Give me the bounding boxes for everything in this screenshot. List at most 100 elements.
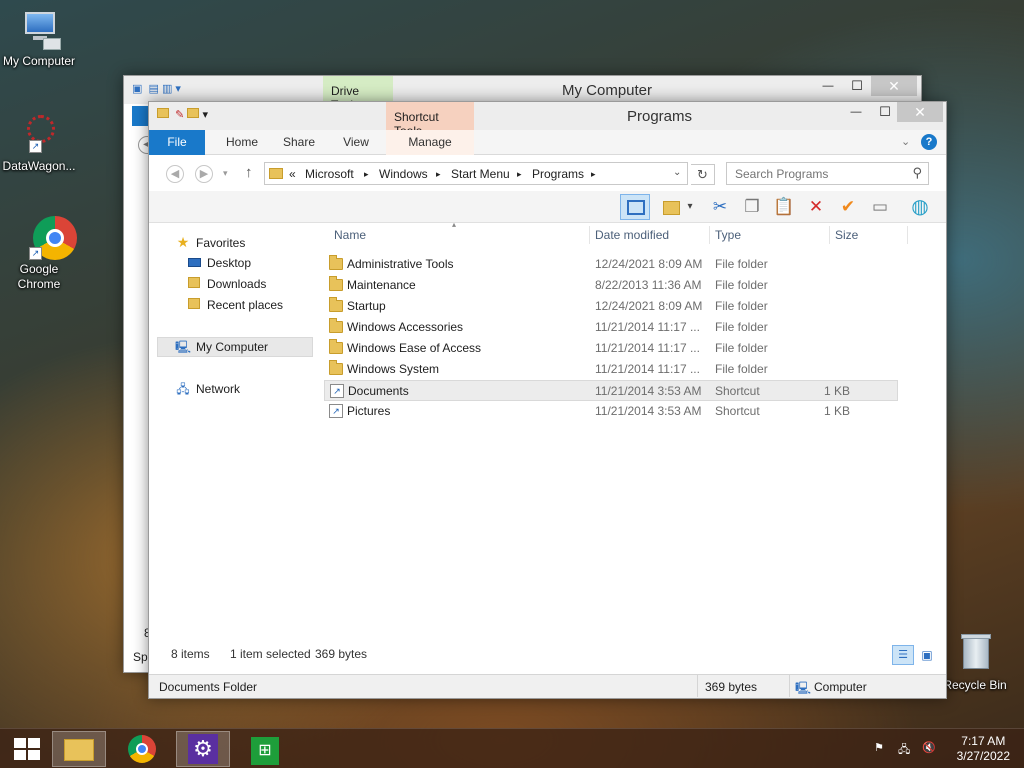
nav-recent-places[interactable]: Recent places — [186, 297, 283, 314]
close-button[interactable]: ✕ — [897, 102, 943, 122]
breadcrumb-programs[interactable]: Programs — [532, 167, 584, 181]
check-icon[interactable]: ✔ — [834, 194, 862, 220]
clock-time: 7:17 AM — [961, 734, 1006, 748]
minimize-button[interactable]: — — [841, 102, 871, 122]
search-box[interactable]: ⚲ — [726, 162, 929, 185]
back-maximize-button[interactable]: ☐ — [842, 76, 872, 96]
back-close-button[interactable]: ✕ — [871, 76, 917, 96]
window-titlebar[interactable]: ✎ ▾ Shortcut Tools Programs — ☐ ✕ — [149, 102, 946, 138]
details-location: Computer — [814, 680, 867, 694]
column-header-size[interactable]: Size — [835, 228, 858, 242]
maximize-button[interactable]: ☐ — [870, 102, 900, 122]
file-name: Startup — [347, 299, 386, 313]
file-row-startup[interactable]: Startup 12/24/2021 8:09 AM File folder — [324, 296, 898, 317]
tab-file[interactable]: File — [149, 130, 205, 155]
back-minimize-button[interactable]: — — [813, 76, 843, 96]
refresh-button[interactable]: ↻ — [691, 164, 715, 185]
action-center-flag-icon[interactable]: ⚑ — [874, 741, 884, 754]
folder-icon — [329, 360, 343, 375]
file-date: 8/22/2013 11:36 AM — [595, 278, 702, 292]
nav-desktop[interactable]: Desktop — [186, 255, 251, 272]
shortcut-tools-tab[interactable]: Shortcut Tools — [386, 102, 474, 138]
nav-downloads[interactable]: Downloads — [186, 276, 266, 293]
column-header-date[interactable]: Date modified — [595, 228, 669, 242]
file-name: Documents — [348, 384, 409, 398]
ribbon-tabs: File Home Share View Manage ⌄ ? — [149, 130, 946, 155]
nav-label: My Computer — [196, 340, 269, 354]
breadcrumb-start-menu[interactable]: Start Menu — [451, 167, 510, 181]
up-button[interactable]: ↑ — [245, 164, 253, 181]
new-folder-icon[interactable] — [187, 108, 200, 118]
breadcrumb-windows[interactable]: Windows — [379, 167, 428, 181]
desktop-icon-datawagon[interactable]: ↗ DataWagon... — [0, 113, 78, 174]
nav-network[interactable]: 🖧 Network — [175, 381, 240, 398]
file-row-pictures[interactable]: ↗ Pictures 11/21/2014 3:53 AM Shortcut 1… — [324, 401, 898, 422]
customize-qat-icon[interactable]: ▾ — [202, 109, 208, 121]
help-icon[interactable]: ? — [921, 134, 937, 150]
desktop-icon-my-computer[interactable]: My Computer — [0, 8, 78, 69]
details-divider — [789, 675, 790, 697]
address-bar[interactable]: « Microsoft ▸ Windows ▸ Start Menu ▸ Pro… — [264, 162, 688, 185]
taskbar-chrome[interactable] — [115, 731, 169, 767]
breadcrumb-microsoft[interactable]: Microsoft — [305, 167, 354, 181]
start-button[interactable] — [0, 731, 54, 767]
forward-button[interactable]: ▶ — [195, 165, 213, 183]
recent-places-icon — [186, 297, 202, 314]
file-name: Maintenance — [347, 278, 416, 292]
nav-favorites[interactable]: ★ Favorites — [175, 234, 246, 252]
desktop-icon-label: DataWagon... — [2, 159, 76, 173]
nav-label: Desktop — [207, 256, 252, 270]
search-input[interactable] — [735, 164, 905, 183]
tab-manage[interactable]: Manage — [386, 130, 474, 155]
dropdown-chevron-icon[interactable]: ▾ — [683, 194, 697, 220]
column-header-name[interactable]: Name — [334, 228, 366, 242]
recent-locations-icon[interactable]: ▾ — [223, 168, 228, 179]
copy-icon[interactable]: ❐ — [738, 194, 766, 220]
back-button[interactable]: ◀ — [166, 165, 184, 183]
volume-muted-icon[interactable]: 🔇 — [922, 741, 936, 754]
breadcrumb-chevron-icon: ▸ — [364, 169, 369, 179]
globe-icon[interactable]: ◍ — [906, 194, 934, 220]
tab-share[interactable]: Share — [272, 130, 326, 155]
address-dropdown-icon[interactable]: ⌄ — [673, 167, 681, 178]
desktop-icon-recycle-bin[interactable]: Recycle Bin — [936, 632, 1014, 693]
file-row-windows-system[interactable]: Windows System 11/21/2014 11:17 ... File… — [324, 359, 898, 380]
details-view-icon[interactable]: ☰ — [892, 645, 914, 665]
tab-view[interactable]: View — [329, 130, 383, 155]
file-row-windows-accessories[interactable]: Windows Accessories 11/21/2014 11:17 ...… — [324, 317, 898, 338]
gear-icon: ⚙ — [188, 734, 218, 764]
file-name: Windows Accessories — [347, 320, 464, 334]
file-row-administrative-tools[interactable]: Administrative Tools 12/24/2021 8:09 AM … — [324, 254, 898, 275]
taskbar-store[interactable]: ⊞ — [238, 731, 292, 767]
breadcrumb-chevron-icon: ▸ — [517, 169, 522, 179]
taskbar: ⚙ ⊞ ⚑ 🖧 🔇 7:17 AM 3/27/2022 — [0, 728, 1024, 768]
back-window-titlebar[interactable]: ▣ ▤ ▥ ▾ Drive Tools My Computer — ☐ ✕ — [124, 76, 921, 112]
large-icons-view-icon[interactable]: ▣ — [917, 645, 937, 665]
quick-access-toolbar[interactable]: ✎ ▾ — [157, 108, 208, 121]
drive-tools-tab[interactable]: Drive Tools — [323, 76, 393, 112]
search-icon[interactable]: ⚲ — [912, 165, 922, 181]
nav-my-computer[interactable]: 🖳 My Computer — [157, 337, 313, 357]
tab-home[interactable]: Home — [215, 130, 269, 155]
properties-icon[interactable]: ✎ — [175, 109, 184, 121]
taskbar-file-explorer[interactable] — [52, 731, 106, 767]
network-status-icon[interactable]: 🖧 — [898, 741, 910, 760]
rename-icon[interactable]: ▭ — [866, 194, 894, 220]
paste-icon[interactable]: 📋 — [770, 194, 798, 220]
breadcrumb-overflow[interactable]: « — [289, 167, 296, 181]
expand-ribbon-icon[interactable]: ⌄ — [901, 135, 910, 148]
cut-icon[interactable]: ✂ — [706, 194, 734, 220]
new-folder-icon[interactable] — [658, 194, 686, 220]
preview-pane-icon[interactable] — [620, 194, 650, 220]
column-header-type[interactable]: Type — [715, 228, 741, 242]
file-row-windows-ease-of-access[interactable]: Windows Ease of Access 11/21/2014 11:17 … — [324, 338, 898, 359]
delete-icon[interactable]: ✕ — [802, 194, 830, 220]
breadcrumb-chevron-icon: ▸ — [591, 169, 596, 179]
file-row-maintenance[interactable]: Maintenance 8/22/2013 11:36 AM File fold… — [324, 275, 898, 296]
folder-icon — [329, 297, 343, 312]
explorer-window-programs[interactable]: ✎ ▾ Shortcut Tools Programs — ☐ ✕ File H… — [148, 101, 947, 699]
file-row-documents[interactable]: ↗ Documents 11/21/2014 3:53 AM Shortcut … — [324, 380, 898, 401]
taskbar-settings[interactable]: ⚙ — [176, 731, 230, 767]
desktop-icon-google-chrome[interactable]: ↗ Google Chrome — [0, 216, 78, 292]
system-clock[interactable]: 7:17 AM 3/27/2022 — [957, 734, 1010, 764]
